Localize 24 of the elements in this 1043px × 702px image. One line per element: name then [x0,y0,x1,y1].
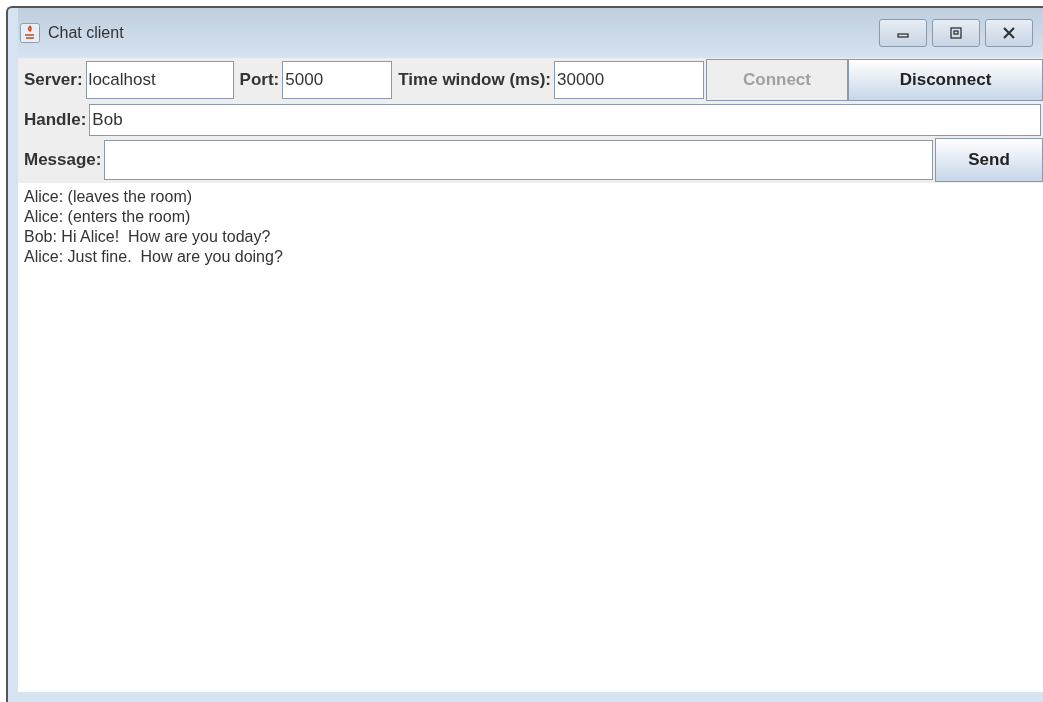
message-field[interactable] [104,140,933,180]
chat-message: Bob: Hi Alice! How are you today? [24,227,272,247]
field-label: Port: [239,69,280,92]
maximize-button[interactable] [932,19,980,47]
field-label: Handle: [24,108,87,131]
field-label: Message: [24,149,102,172]
chat-message: Alice: (enters the room) [24,207,192,227]
handle-field[interactable]: Bob [89,103,1041,136]
minimize-button[interactable] [879,19,927,47]
text-field[interactable]: 30000 [554,61,704,99]
app-icon [20,23,40,43]
chat-message: Alice: Just fine. How are you doing? [24,247,284,267]
field-label: Server: [24,69,83,92]
send-button[interactable]: Send [935,138,1043,182]
close-button[interactable] [985,19,1033,47]
text-field[interactable]: localhost [85,61,234,99]
minimize-icon [897,33,909,38]
field-label: Time window (ms): [398,69,551,92]
chat-message: Alice: (leaves the room) [24,187,194,207]
window-title: Chat client [48,23,124,43]
maximize-icon [950,27,962,39]
close-icon [1002,26,1016,40]
action-button[interactable]: Disconnect [848,59,1043,101]
text-field[interactable]: 5000 [282,61,393,99]
